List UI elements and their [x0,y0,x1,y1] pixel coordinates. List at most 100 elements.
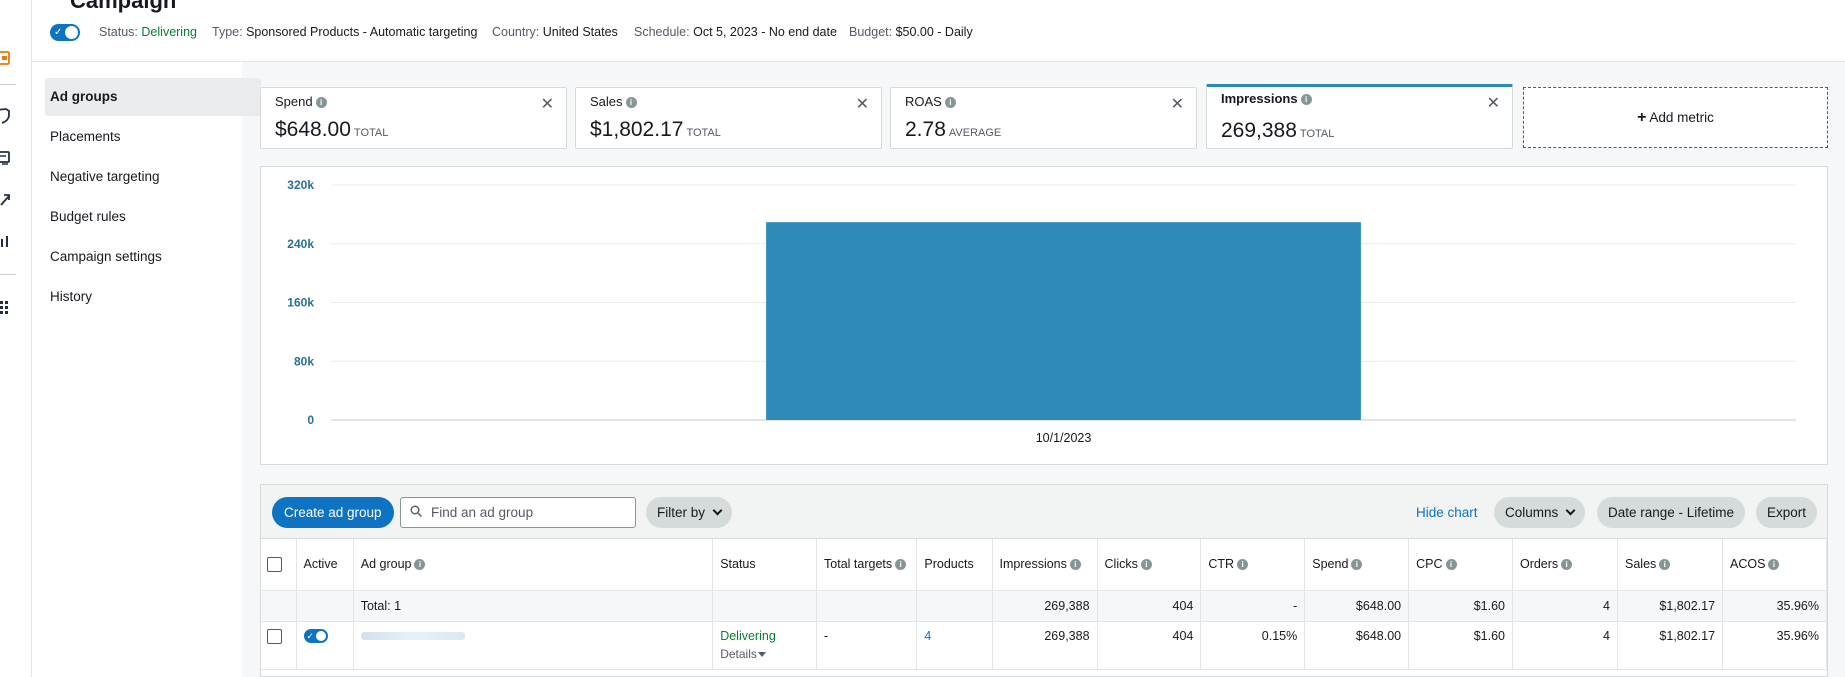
x-tick-label: 10/1/2023 [1036,431,1092,445]
metric-value: $1,802.17 TOTAL [590,118,721,141]
export-button[interactable]: Export [1756,497,1818,528]
apps-grid-icon[interactable] [0,300,16,316]
metric-label: ROAS i [905,94,956,109]
campaign-enabled-toggle[interactable]: ✓ [50,24,80,41]
info-icon[interactable]: i [1445,559,1457,571]
columns-button[interactable]: Columns [1494,497,1586,528]
campaign-icon[interactable] [0,50,16,66]
bar-chart-icon[interactable] [0,234,16,250]
table-toolbar: Create ad group Filter by Hide chart Col… [261,485,1827,539]
hide-chart-link[interactable]: Hide chart [1416,497,1478,528]
remove-metric-icon[interactable]: ✕ [541,94,554,114]
metric-card-roas[interactable]: ROAS i ✕ 2.78 AVERAGE [890,87,1197,149]
sidebar-item-history[interactable]: History [45,278,261,316]
display-icon[interactable] [0,150,16,166]
create-ad-group-button[interactable]: Create ad group [272,497,394,528]
row-status: Delivering [720,628,776,643]
col-status[interactable]: Status [712,539,818,591]
y-tick-label: 320k [287,178,314,192]
col-ctr[interactable]: CTR i [1200,539,1306,591]
search-input[interactable] [431,498,631,527]
col-orders[interactable]: Orders i [1512,539,1619,591]
search-icon [410,505,423,518]
ad-group-name-link[interactable] [360,631,465,640]
left-icon-rail [0,0,32,677]
remove-metric-icon[interactable]: ✕ [1487,93,1500,113]
campaign-status: Status: Delivering [99,25,197,39]
metric-card-sales[interactable]: Sales i ✕ $1,802.17 TOTAL [575,87,882,149]
sidebar-item-campaign-settings[interactable]: Campaign settings [45,238,261,276]
metric-label: Sales i [590,94,637,109]
metric-value: 2.78 AVERAGE [905,118,1002,141]
remove-metric-icon[interactable]: ✕ [856,94,869,114]
info-icon[interactable]: i [625,97,637,108]
add-metric-button[interactable]: + Add metric [1523,87,1828,148]
metric-card-spend[interactable]: Spend i ✕ $648.00 TOTAL [260,87,567,149]
col-impressions[interactable]: Impressions i [992,539,1098,591]
col-spend[interactable]: Spend i [1304,539,1410,591]
ad-groups-table: Active Ad group i Status Total targets i P… [261,539,1827,670]
info-icon[interactable]: i [1069,559,1081,571]
external-link-icon[interactable] [0,192,16,208]
col-active[interactable]: Active [296,539,354,591]
metric-label: Spend i [275,94,327,109]
sidebar-item-budget-rules[interactable]: Budget rules [45,198,261,236]
info-icon[interactable]: i [1140,559,1152,571]
col-clicks[interactable]: Clicks i [1097,539,1202,591]
row-checkbox[interactable] [267,628,282,644]
y-tick-label: 80k [294,354,314,368]
campaign-header: Campaign ✓ Status: Delivering Type: Spon… [32,0,1845,62]
plus-icon: + [1637,109,1647,126]
metric-card-impressions[interactable]: Impressions i ✕ 269,388 TOTAL [1206,84,1513,149]
ad-group-search [400,497,636,528]
row-ctr: 0.15% [1200,621,1306,670]
sidebar-item-negative-targeting[interactable]: Negative targeting [45,158,261,196]
col-products[interactable]: Products [916,539,993,591]
rail-divider [0,274,16,275]
shield-icon[interactable] [0,108,16,124]
chevron-down-icon [1565,505,1576,516]
info-icon[interactable]: i [1768,559,1780,571]
total-ctr: - [1200,590,1306,622]
remove-metric-icon[interactable]: ✕ [1171,94,1184,114]
total-orders: 4 [1512,590,1619,622]
info-icon[interactable]: i [1351,559,1363,571]
info-icon[interactable]: i [414,559,426,571]
campaign-country: Country: United States [492,25,618,39]
select-all-checkbox[interactable] [267,556,282,572]
col-ad-group[interactable]: Ad group i [353,539,714,591]
total-spend: $648.00 [1304,590,1410,622]
info-icon[interactable]: i [895,559,907,571]
date-range-button[interactable]: Date range - Lifetime [1597,497,1746,528]
info-icon[interactable]: i [1659,559,1671,571]
info-icon[interactable]: i [1300,94,1312,105]
col-total-targets[interactable]: Total targets i [816,539,918,591]
total-impressions: 269,388 [992,590,1098,622]
rail-divider [0,84,16,85]
info-icon[interactable]: i [1237,559,1249,571]
chevron-down-icon [712,505,723,516]
table-total-row: Total: 1 269,388 404 - $648.00 $1.60 4 $… [261,590,1827,622]
info-icon[interactable]: i [944,97,956,108]
row-spend: $648.00 [1304,621,1410,670]
metric-value: $648.00 TOTAL [275,118,389,141]
table-header-row: Active Ad group i Status Total targets i P… [261,539,1827,591]
col-acos[interactable]: ACOS i [1722,539,1827,591]
impressions-chart: 0 80k 160k 240k 320k 10/1/2023 [260,166,1828,465]
row-orders: 4 [1512,621,1619,670]
details-dropdown[interactable]: Details [720,647,809,661]
info-icon[interactable]: i [1561,559,1573,571]
row-cpc: $1.60 [1408,621,1513,670]
page-title: Campaign [70,0,177,13]
row-total-targets: - [816,621,918,670]
col-cpc[interactable]: CPC i [1408,539,1513,591]
col-sales[interactable]: Sales i [1617,539,1724,591]
bar-chart: 0 80k 160k 240k 320k 10/1/2023 [287,178,1796,445]
sidebar-item-ad-groups[interactable]: Ad groups [45,78,261,116]
filter-by-button[interactable]: Filter by [646,497,733,528]
sidebar-item-placements[interactable]: Placements [45,118,261,156]
info-icon[interactable]: i [315,97,327,108]
total-clicks: 404 [1097,590,1202,622]
row-products-link[interactable]: 4 [916,621,993,670]
ad-group-active-toggle[interactable]: ✓ [303,628,328,643]
